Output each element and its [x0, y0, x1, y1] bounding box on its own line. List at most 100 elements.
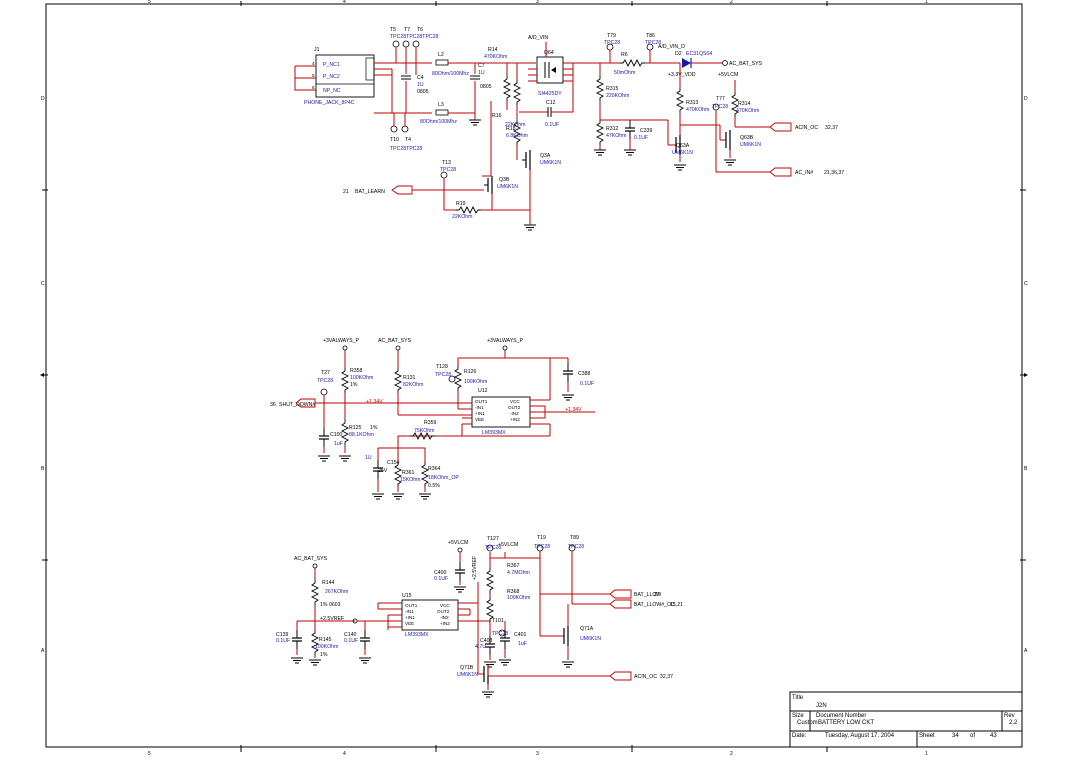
svg-text:R312: R312	[606, 126, 619, 132]
svg-text:R361: R361	[402, 470, 415, 476]
svg-text:-IN2: -IN2	[510, 411, 519, 416]
svg-text:ACIN_OC: ACIN_OC	[634, 674, 657, 680]
svg-text:L3: L3	[438, 102, 444, 108]
svg-text:TPC28: TPC28	[568, 544, 584, 550]
tp-label: T7	[404, 27, 410, 33]
size-label: Size	[792, 713, 804, 719]
border-col-label: 4	[343, 0, 346, 5]
transistor-q71a: Q71A UM6K1N	[539, 594, 601, 668]
rail-5vlcm-right: +5VLCM	[498, 542, 518, 548]
net-2v5vref-vertical: +2.5VREF	[472, 556, 479, 603]
svg-text:C401: C401	[514, 632, 527, 638]
total-value: 43	[990, 733, 997, 739]
border-row-label: C	[1024, 281, 1028, 287]
svg-text:LM393MX: LM393MX	[405, 632, 429, 638]
svg-text:R144: R144	[322, 580, 335, 586]
resistor-r364: R364 18KOhm_OP 0.5%	[418, 448, 459, 500]
svg-text:0.1UF: 0.1UF	[580, 381, 594, 387]
resistor-r126: R126 100KOhm	[454, 350, 550, 403]
svg-text:0.1UF: 0.1UF	[545, 122, 559, 128]
svg-text:T77: T77	[716, 96, 725, 102]
rail-3v3-vdd: +3.3V_VDD	[668, 72, 696, 78]
svg-text:ACIN_OC: ACIN_OC	[795, 125, 818, 131]
svg-text:Q71B: Q71B	[460, 665, 474, 671]
svg-text:100KOhm: 100KOhm	[507, 595, 530, 601]
resistor-r358: R358 100KOhm 1%	[341, 350, 373, 403]
svg-text:C339: C339	[640, 128, 653, 134]
svg-text:-IN1: -IN1	[475, 405, 484, 410]
tp-label: T5	[390, 27, 396, 33]
svg-text:+IN2: +IN2	[440, 621, 450, 626]
svg-text:D2: D2	[675, 51, 682, 57]
svg-text:T27: T27	[321, 370, 330, 376]
svg-text:VEE: VEE	[475, 417, 484, 422]
net-1v34: +1.34V	[366, 399, 383, 405]
docnum-label: Document Number	[816, 713, 866, 719]
capacitor-c7: C7 1U 0805	[468, 63, 492, 126]
j1-part-name: PHONE_JACK_8P4C	[304, 100, 355, 106]
svg-text:UM6K1N: UM6K1N	[672, 150, 693, 156]
border-col-label: 2	[730, 751, 733, 757]
svg-text:6.8KOhm: 6.8KOhm	[506, 133, 528, 139]
svg-text:UM6K1N: UM6K1N	[580, 636, 601, 642]
svg-text:T86: T86	[646, 33, 655, 39]
svg-text:R18: R18	[506, 126, 516, 132]
border-col-label: 4	[343, 751, 346, 757]
transistor-q63b: Q63B UM6K1N	[680, 124, 761, 166]
svg-text:C388: C388	[578, 371, 591, 377]
svg-text:R358: R358	[350, 368, 363, 374]
resistor-r125: R125 1% 88.1KOhm	[338, 403, 378, 462]
svg-text:R16: R16	[492, 113, 502, 119]
capacitor-c388: C388 0.1UF	[550, 357, 594, 401]
rail-ac-bat-sys: AC_BAT_SYS	[294, 556, 328, 562]
svg-text:100KOhm: 100KOhm	[315, 644, 338, 650]
svg-text:470KOhm: 470KOhm	[736, 108, 759, 114]
date-label: Date:	[792, 733, 807, 739]
svg-text:4.7MOhm: 4.7MOhm	[507, 570, 530, 576]
svg-text:C100: C100	[330, 432, 343, 438]
border-col-label: 1	[925, 0, 928, 5]
svg-text:0.5%: 0.5%	[428, 483, 440, 489]
pin-number: 4	[312, 61, 315, 66]
net-acin-oc-bottom: ACIN_OC 32,37	[487, 664, 673, 681]
capacitor-c4: C4 1U 0805	[401, 63, 429, 113]
svg-text:U15: U15	[402, 593, 412, 599]
j1-label: J1	[314, 47, 320, 53]
svg-text:R314: R314	[738, 101, 751, 107]
svg-text:UM6K1N: UM6K1N	[740, 142, 761, 148]
svg-text:AC_BAT_SYS: AC_BAT_SYS	[729, 61, 763, 67]
j1-pin-label: P_NC2	[323, 74, 340, 80]
svg-text:37: 37	[654, 592, 660, 598]
svg-text:1% 0603: 1% 0603	[320, 602, 341, 608]
svg-text:1U: 1U	[478, 70, 485, 76]
net-bat-learn: 21 BAT_LEARN R19 22KOhm	[343, 178, 492, 220]
svg-text:Q64: Q64	[544, 50, 554, 56]
capacitor-c400: C400 0.1UF	[434, 561, 467, 593]
transistor-q3a: Q3A UM6K1N	[522, 150, 561, 231]
svg-text:+IN1: +IN1	[405, 615, 415, 620]
svg-text:T13: T13	[442, 160, 451, 166]
svg-text:32,37: 32,37	[660, 674, 673, 680]
svg-text:1uF: 1uF	[334, 441, 343, 447]
r19-label: R19	[456, 201, 466, 207]
svg-text:36: 36	[270, 402, 276, 408]
title-block: Title J2N Size Custom Document Number BA…	[789, 691, 1023, 748]
svg-text:15,21: 15,21	[670, 602, 683, 608]
pin-number: 5	[312, 73, 315, 78]
capacitor-c12: C12 0.1UF	[519, 81, 574, 128]
schematic-sheet: 5 4 3 2 1 5 4 3 2 1 D C B A D C B A J1 P…	[40, 0, 1028, 757]
svg-text:100KOhm: 100KOhm	[464, 379, 487, 385]
rev-value: 2.2	[1009, 720, 1018, 726]
svg-text:+IN1: +IN1	[475, 411, 485, 416]
svg-text:88.1KOhm: 88.1KOhm	[349, 432, 374, 438]
tp-label: T4	[405, 137, 411, 143]
net-ac-bat-sys: AC_BAT_SYS	[722, 60, 763, 67]
svg-text:1%: 1%	[320, 652, 328, 658]
svg-text:R126: R126	[464, 369, 477, 375]
net-1v34: +1.34V	[565, 407, 582, 413]
border-row-label: D	[41, 96, 45, 102]
svg-text:267KOhm: 267KOhm	[325, 589, 348, 595]
net-bat-llow-oc: BAT_LLOW#_OC 15,21	[572, 599, 683, 609]
transistor-q3b: Q3B UM6K1N	[484, 176, 530, 211]
svg-text:0.1UF: 0.1UF	[344, 638, 358, 644]
